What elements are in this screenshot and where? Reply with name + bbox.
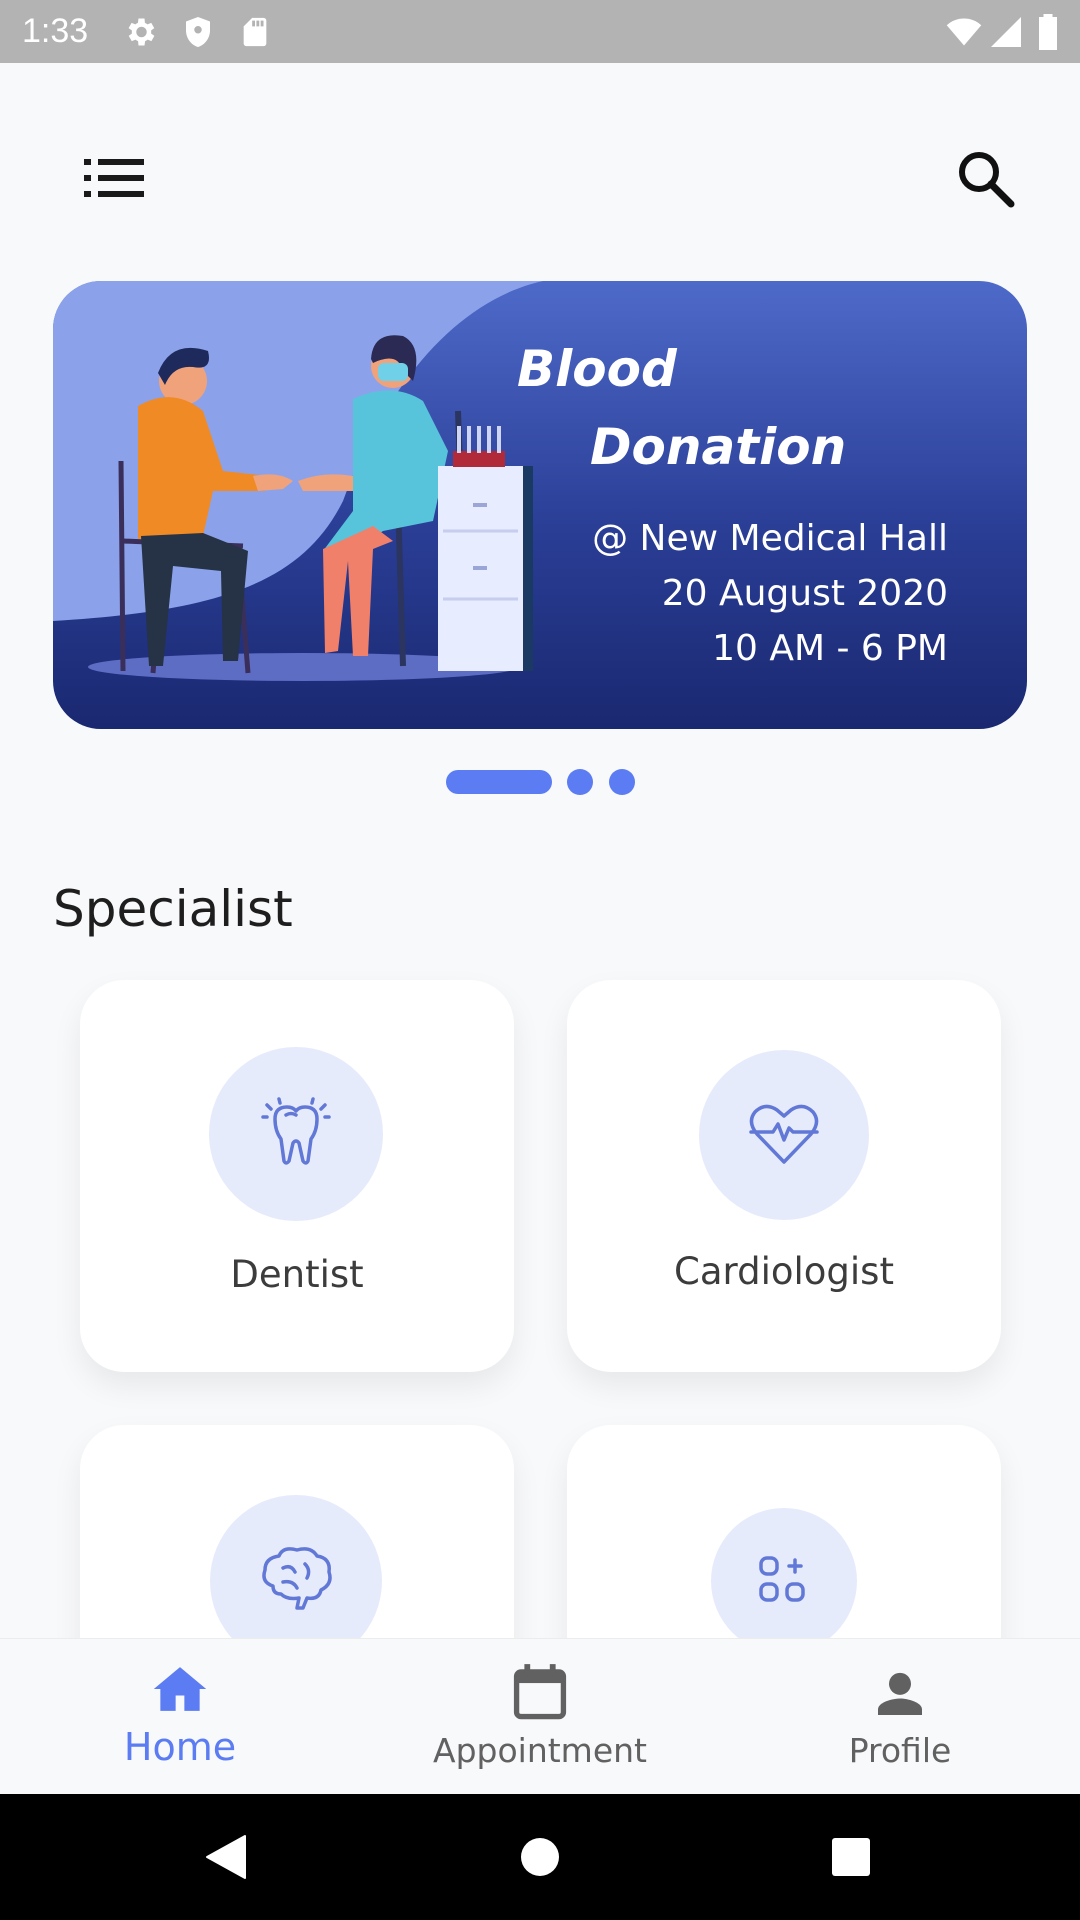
wifi-icon — [946, 18, 982, 46]
apps-icon — [759, 1556, 805, 1602]
search-icon — [959, 152, 1015, 208]
specialist-card-cardiologist[interactable]: Cardiologist — [567, 980, 1001, 1372]
status-time: 1:33 — [22, 12, 89, 50]
specialist-card-dentist[interactable]: Dentist — [80, 980, 514, 1372]
nav-item-home[interactable]: Home — [80, 1639, 280, 1795]
home-circle-icon[interactable] — [519, 1836, 561, 1878]
status-bar: 1:33 — [0, 0, 1080, 63]
promo-banner[interactable]: Blood Donation @ New Medical Hall 20 Aug… — [53, 281, 1027, 729]
icon-circle — [699, 1050, 869, 1220]
search-button[interactable] — [955, 148, 1017, 210]
icon-circle — [209, 1047, 383, 1221]
nav-label-profile: Profile — [848, 1731, 952, 1770]
heart-pulse-icon — [749, 1104, 819, 1164]
card-label: Dentist — [230, 1253, 364, 1296]
shield-icon — [186, 17, 210, 47]
gear-icon — [128, 18, 155, 46]
signal-icon — [991, 17, 1021, 47]
system-navigation-bar — [0, 1794, 1080, 1920]
pager-dot[interactable] — [567, 769, 593, 795]
blood-donation-illustration — [53, 281, 543, 681]
nav-item-profile[interactable]: Profile — [820, 1639, 980, 1795]
pager-dot[interactable] — [609, 769, 635, 795]
tooth-icon — [261, 1097, 331, 1165]
calendar-icon — [513, 1664, 567, 1720]
back-icon[interactable] — [205, 1834, 247, 1880]
pager-dot-active[interactable] — [446, 770, 552, 794]
icon-circle — [711, 1508, 857, 1654]
list-menu-icon — [84, 159, 144, 197]
section-title: Specialist — [53, 880, 293, 938]
nav-label-appointment: Appointment — [433, 1731, 647, 1770]
home-icon — [153, 1667, 207, 1711]
card-label: Cardiologist — [674, 1250, 894, 1293]
recents-icon[interactable] — [830, 1836, 872, 1878]
sd-card-icon — [243, 17, 267, 47]
menu-button[interactable] — [84, 158, 146, 198]
nav-label-home: Home — [123, 1725, 237, 1769]
bottom-navigation: Home Appointment Profile — [0, 1638, 1080, 1794]
battery-icon — [1039, 14, 1057, 50]
person-icon — [878, 1672, 922, 1715]
brain-icon — [262, 1547, 332, 1610]
nav-item-appointment[interactable]: Appointment — [410, 1639, 670, 1795]
